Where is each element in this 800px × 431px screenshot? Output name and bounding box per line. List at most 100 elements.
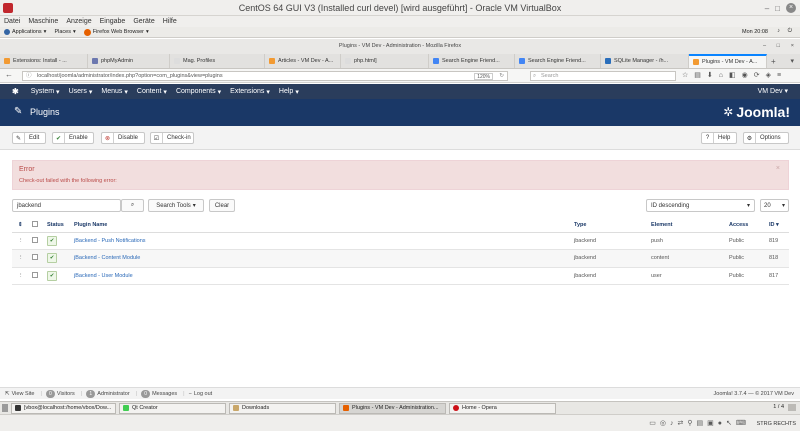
menu-help[interactable]: Help ▾ <box>279 88 299 96</box>
joomla-logo-icon[interactable]: ✱ <box>12 87 19 96</box>
menu-eingabe[interactable]: Eingabe <box>100 18 126 25</box>
enabled-status-icon[interactable]: ✔ <box>47 235 57 246</box>
drag-handle-icon[interactable]: ⋮ <box>12 249 32 268</box>
sync-icon[interactable]: ⟳ <box>754 71 760 79</box>
taskbar-item-terminal[interactable]: [vbox@localhost:/home/vbox/Dow... <box>11 402 116 414</box>
row-checkbox[interactable] <box>32 254 38 261</box>
hard-disk-icon[interactable]: ▭ <box>649 419 656 427</box>
search-input[interactable]: jbackend <box>12 199 121 212</box>
status-header[interactable]: Status <box>47 218 74 233</box>
taskbar-item-downloads[interactable]: Downloads <box>229 402 336 414</box>
download-icon[interactable]: ⬇ <box>707 71 713 79</box>
ordering-sort-icon[interactable]: ⇕ <box>12 218 32 233</box>
plugin-name-link[interactable]: jBackend - User Module <box>74 273 133 279</box>
clear-button[interactable]: Clear <box>209 199 235 212</box>
capture-icon[interactable]: ● <box>718 420 722 427</box>
menu-components[interactable]: Components ▾ <box>176 88 221 96</box>
minimize-icon[interactable]: – <box>763 39 766 54</box>
tab-extensions-install[interactable]: Extensions: Install - ... <box>0 54 88 68</box>
maximize-icon[interactable]: □ <box>777 39 780 54</box>
taskbar-item-qt-creator[interactable]: Qt Creator <box>119 402 226 414</box>
search-tools-button[interactable]: Search Tools ▾ <box>148 199 204 212</box>
zoom-level[interactable]: 120% <box>474 73 493 80</box>
limit-select[interactable]: 20 ▾ <box>760 199 789 212</box>
new-tab-icon[interactable]: + <box>771 57 776 66</box>
type-header[interactable]: Type <box>574 218 651 233</box>
tab-plugins-active[interactable]: Plugins - VM Dev - A... <box>689 54 767 68</box>
library-icon[interactable]: ▤ <box>694 71 701 79</box>
close-icon[interactable]: × <box>791 39 794 54</box>
row-checkbox[interactable] <box>32 271 38 278</box>
enable-button[interactable]: ✔ Enable <box>52 132 94 144</box>
applications-menu[interactable]: Applications ▾ <box>4 29 46 35</box>
tab-sqlite-manager[interactable]: SQLite Manager - /h... <box>601 54 689 68</box>
optical-drive-icon[interactable]: ◎ <box>660 419 666 427</box>
workspace-switcher-icon[interactable] <box>788 404 796 411</box>
menu-hilfe[interactable]: Hilfe <box>163 18 177 25</box>
taskbar-item-firefox[interactable]: Plugins - VM Dev - Administration... <box>339 402 446 414</box>
menu-menus[interactable]: Menus ▾ <box>101 88 128 96</box>
menu-system[interactable]: System ▾ <box>31 88 60 96</box>
menu-content[interactable]: Content ▾ <box>137 88 167 96</box>
tab-search-engine-friendly-1[interactable]: Search Engine Friend... <box>429 54 515 68</box>
id-header[interactable]: ID ▾ <box>769 218 789 233</box>
addon-icon[interactable]: ◉ <box>742 71 748 79</box>
pocket-icon[interactable]: ◈ <box>766 71 771 79</box>
mouse-integration-icon[interactable]: ↖ <box>726 419 732 427</box>
plugin-name-link[interactable]: jBackend - Push Notifications <box>74 238 146 244</box>
checkin-button[interactable]: ☑ Check-in <box>150 132 194 144</box>
shared-folder-icon[interactable]: ▤ <box>697 419 704 427</box>
panel-clock[interactable]: Mon 20:08 <box>742 29 768 35</box>
access-header[interactable]: Access <box>729 218 769 233</box>
edit-button[interactable]: ✎ Edit <box>12 132 46 144</box>
drag-handle-icon[interactable]: ⋮ <box>12 267 32 285</box>
firefox-launcher[interactable]: Firefox Web Browser ▾ <box>83 28 149 36</box>
display-icon[interactable]: ▣ <box>707 419 714 427</box>
places-menu[interactable]: Places ▾ <box>54 29 75 35</box>
usb-icon[interactable]: ⚲ <box>687 419 692 427</box>
menu-datei[interactable]: Datei <box>4 18 20 25</box>
home-icon[interactable]: ⌂ <box>719 72 723 79</box>
enabled-status-icon[interactable]: ✔ <box>47 270 57 281</box>
ordering-select[interactable]: ID descending ▾ <box>646 199 755 212</box>
select-all-checkbox[interactable] <box>32 220 38 227</box>
menu-users[interactable]: Users ▾ <box>69 88 93 96</box>
view-site-link[interactable]: ⇱ View Site <box>5 391 34 397</box>
menu-extensions[interactable]: Extensions ▾ <box>230 88 270 96</box>
element-header[interactable]: Element <box>651 218 729 233</box>
tab-search-engine-friendly-2[interactable]: Search Engine Friend... <box>515 54 601 68</box>
tab-php-html[interactable]: php.html] <box>341 54 429 68</box>
bookmark-star-icon[interactable]: ☆ <box>682 71 688 79</box>
tab-list-icon[interactable]: ▾ <box>790 57 794 65</box>
plugin-name-link[interactable]: jBackend - Content Module <box>74 255 140 261</box>
logout-link[interactable]: − Log out <box>189 391 213 397</box>
back-icon[interactable]: ← <box>5 70 13 79</box>
disable-button[interactable]: ⊗ Disable <box>101 132 145 144</box>
administrator-link[interactable]: 1 Administrator <box>86 389 130 398</box>
search-bar[interactable]: ⌕ Search <box>530 71 676 81</box>
menu-geraete[interactable]: Geräte <box>133 18 154 25</box>
keyboard-icon[interactable]: ⌨ <box>736 419 746 427</box>
close-icon[interactable]: × <box>786 3 796 13</box>
workspace-indicator[interactable]: 1 / 4 <box>773 404 784 410</box>
volume-icon[interactable]: ♪ <box>777 28 780 34</box>
tab-articles[interactable]: Articles - VM Dev - A... <box>265 54 341 68</box>
drag-handle-icon[interactable]: ⋮ <box>12 232 32 250</box>
plugin-name-header[interactable]: Plugin Name <box>74 218 574 233</box>
taskbar-item-opera[interactable]: Home - Opera <box>449 402 556 414</box>
reader-icon[interactable]: ◧ <box>729 71 736 79</box>
options-button[interactable]: ⚙ Options <box>743 132 789 144</box>
audio-icon[interactable]: ♪ <box>670 420 674 427</box>
tab-mag-profiles[interactable]: Mag. Profiles <box>170 54 265 68</box>
show-desktop-icon[interactable] <box>2 404 8 412</box>
power-icon[interactable]: ⏻ <box>788 28 792 35</box>
menu-maschine[interactable]: Maschine <box>28 18 58 25</box>
tab-phpmyadmin[interactable]: phpMyAdmin <box>88 54 170 68</box>
messages-link[interactable]: 0 Messages <box>141 389 177 398</box>
url-bar[interactable]: ⓘ localhost/joomla/administrator/index.p… <box>22 71 508 81</box>
hamburger-menu-icon[interactable]: ≡ <box>777 72 781 79</box>
menu-anzeige[interactable]: Anzeige <box>66 18 91 25</box>
help-button[interactable]: ? Help <box>701 132 737 144</box>
maximize-icon[interactable]: □ <box>775 4 780 13</box>
alert-close-icon[interactable]: × <box>776 165 780 172</box>
